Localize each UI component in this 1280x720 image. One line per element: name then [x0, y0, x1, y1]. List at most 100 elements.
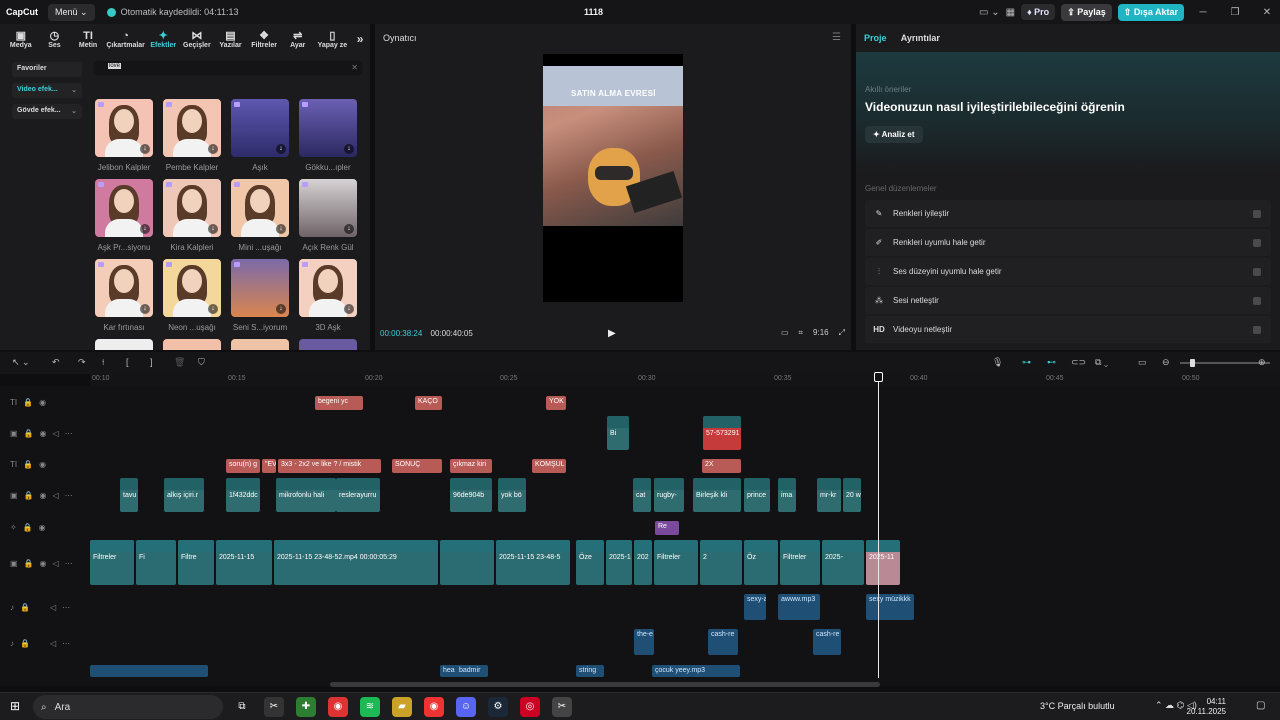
option-normalize-loudness[interactable]: ⫶ Ses düzeyini uyumlu hale getir — [865, 258, 1271, 285]
audio-clip[interactable]: string — [576, 665, 604, 677]
clock[interactable]: 04:11 20.11.2025 — [1187, 697, 1226, 717]
effect-card[interactable] — [163, 339, 221, 350]
eye-icon[interactable]: ◉ — [40, 559, 47, 568]
tab-media[interactable]: ▣ Medya — [4, 24, 38, 54]
main-clip[interactable]: Filtreler — [654, 540, 698, 585]
effect-card[interactable]: ↓ Gökku...ıpler — [299, 99, 357, 172]
text-clip[interactable]: 3x3 - 2x2 ve like ? / mistik — [278, 459, 381, 473]
eye-icon[interactable]: ◉ — [39, 460, 46, 469]
video-clip[interactable]: Birleşik kli — [693, 478, 741, 512]
chrome-profile-icon[interactable]: ◉ — [424, 697, 444, 717]
tab-effects[interactable]: ✦ Efektler — [146, 24, 180, 54]
project-name[interactable]: 1118 — [584, 7, 603, 17]
minimize-icon[interactable]: ─ — [1190, 7, 1216, 18]
effect-card[interactable]: ↓ Pembe Kalpler — [163, 99, 221, 172]
shield-icon[interactable]: ⛉ — [198, 357, 205, 368]
eye-icon[interactable]: ◉ — [40, 491, 47, 500]
weather-widget[interactable]: 3°C Parçalı bulutlu — [1040, 701, 1115, 711]
zoom-slider-handle[interactable] — [1190, 359, 1195, 367]
analyze-button[interactable]: ✦ Analiz et — [865, 126, 923, 143]
effect-card[interactable] — [95, 339, 153, 350]
delete-icon[interactable]: 🗑 — [174, 357, 185, 368]
main-clip[interactable]: 2025-11-15 23-48-52.mp4 00:00:05:29 — [274, 540, 438, 585]
option-toggle[interactable] — [1253, 209, 1261, 218]
link-main-track-icon[interactable]: ⊶ — [1022, 357, 1031, 368]
lock-icon[interactable]: 🔒 — [23, 523, 33, 532]
download-icon[interactable]: ↓ — [344, 224, 354, 234]
eye-icon[interactable]: ◉ — [40, 429, 47, 438]
main-clip[interactable]: Öz — [744, 540, 778, 585]
text-clip[interactable]: 2X — [702, 459, 741, 473]
effect-card[interactable]: ↓ Açık Renk Gül — [299, 179, 357, 252]
text-clip[interactable]: begeni yc — [315, 396, 363, 410]
more-icon[interactable]: ⋯ — [65, 429, 73, 438]
audio-clip[interactable]: awww.mp3 — [778, 594, 820, 620]
download-icon[interactable]: ↓ — [208, 304, 218, 314]
effect-card[interactable] — [231, 339, 289, 350]
pro-button[interactable]: ♦ Pro — [1021, 4, 1056, 20]
tab-audio[interactable]: ◷ Ses — [38, 24, 72, 54]
playhead-handle[interactable] — [874, 372, 883, 382]
tab-text[interactable]: TI Metin — [71, 24, 105, 54]
text-clip[interactable]: "EV — [262, 459, 276, 473]
video-clip[interactable]: alkış içiri.r — [164, 478, 204, 512]
effect-clip[interactable]: Re — [655, 521, 679, 535]
close-icon[interactable]: ✕ — [1254, 7, 1280, 18]
speaker-icon[interactable]: ◁ — [53, 429, 59, 438]
fit-icon[interactable]: ▭ — [1138, 357, 1147, 368]
text-clip[interactable]: YOK — [546, 396, 566, 410]
video-clip[interactable]: 57-573291 — [703, 416, 741, 450]
layout-icon[interactable]: ▭ ⌄ — [979, 7, 1000, 18]
tab-project[interactable]: Proje — [864, 33, 887, 43]
maximize-icon[interactable]: ❐ — [1222, 7, 1248, 18]
option-toggle[interactable] — [1253, 296, 1261, 305]
main-clip[interactable]: 2025-11-15 23-48-5 — [496, 540, 570, 585]
option-match-colors[interactable]: ✐ Renkleri uyumlu hale getir — [865, 229, 1271, 256]
audio-clip[interactable] — [90, 665, 208, 677]
download-icon[interactable]: ↓ — [140, 304, 150, 314]
steam-icon[interactable]: ⚙ — [488, 697, 508, 717]
main-clip[interactable]: Öze — [576, 540, 604, 585]
discord-icon[interactable]: ☺ — [456, 697, 476, 717]
timeline-ruler[interactable]: 00:10 00:15 00:20 00:25 00:30 00:35 00:4… — [90, 374, 1280, 386]
lock-icon[interactable]: 🔒 — [24, 429, 34, 438]
menu-icon[interactable]: ☰ — [832, 32, 841, 43]
playhead[interactable] — [874, 372, 883, 678]
option-enhance-video[interactable]: HD Videoyu netleştir — [865, 316, 1271, 343]
tab-filters[interactable]: ❖ Filtreler — [247, 24, 281, 54]
download-icon[interactable]: ↓ — [344, 304, 354, 314]
text-clip[interactable]: SONUÇ — [392, 459, 442, 473]
option-enhance-voice[interactable]: ⁂ Sesi netleştir — [865, 287, 1271, 314]
effect-card[interactable]: ↓ Aşık — [231, 99, 289, 172]
main-clip[interactable]: 2025-1 — [606, 540, 632, 585]
main-clip[interactable]: Filtre — [178, 540, 214, 585]
tab-adjust[interactable]: ⇌ Ayar — [281, 24, 315, 54]
audio-clip[interactable]: çocuk yeey.mp3 — [652, 665, 740, 677]
download-icon[interactable]: ↓ — [344, 144, 354, 154]
tab-transitions[interactable]: ⋈ Geçişler — [180, 24, 214, 54]
video-clip[interactable]: mr-kr — [817, 478, 841, 512]
undo-icon[interactable]: ↶ — [52, 357, 60, 368]
video-clip[interactable]: mikrofonlu hali — [276, 478, 336, 512]
text-clip[interactable]: çıkmaz kiri — [450, 459, 492, 473]
capcut-active-icon[interactable]: ✂ — [552, 697, 572, 717]
effect-card[interactable]: ↓ 3D Aşk — [299, 259, 357, 332]
trim-left-icon[interactable]: [ — [126, 357, 129, 367]
lock-icon[interactable]: 🔒 — [20, 603, 30, 612]
main-clip[interactable]: Fi — [136, 540, 176, 585]
crop-icon[interactable]: ⌗ — [799, 328, 804, 338]
text-clip[interactable]: soru(n) g — [226, 459, 260, 473]
audio-clip[interactable]: cash-re — [813, 629, 841, 655]
timeline-scrollbar[interactable] — [330, 682, 880, 687]
zoom-in-icon[interactable]: ⊕ — [1258, 357, 1266, 368]
option-toggle[interactable] — [1253, 267, 1261, 276]
lock-icon[interactable]: 🔒 — [23, 398, 33, 407]
speaker-icon[interactable]: ◁ — [53, 491, 59, 500]
clear-search-icon[interactable]: ✕ — [351, 63, 358, 72]
audio-clip[interactable]: sexy müzikkk — [866, 594, 914, 620]
video-clip[interactable]: 20 w — [843, 478, 861, 512]
effect-card[interactable]: ↓ Neon ...uşağı — [163, 259, 221, 332]
download-icon[interactable]: ↓ — [208, 224, 218, 234]
effect-card[interactable]: ↓ Kira Kalpleri — [163, 179, 221, 252]
effect-card[interactable] — [299, 339, 357, 350]
